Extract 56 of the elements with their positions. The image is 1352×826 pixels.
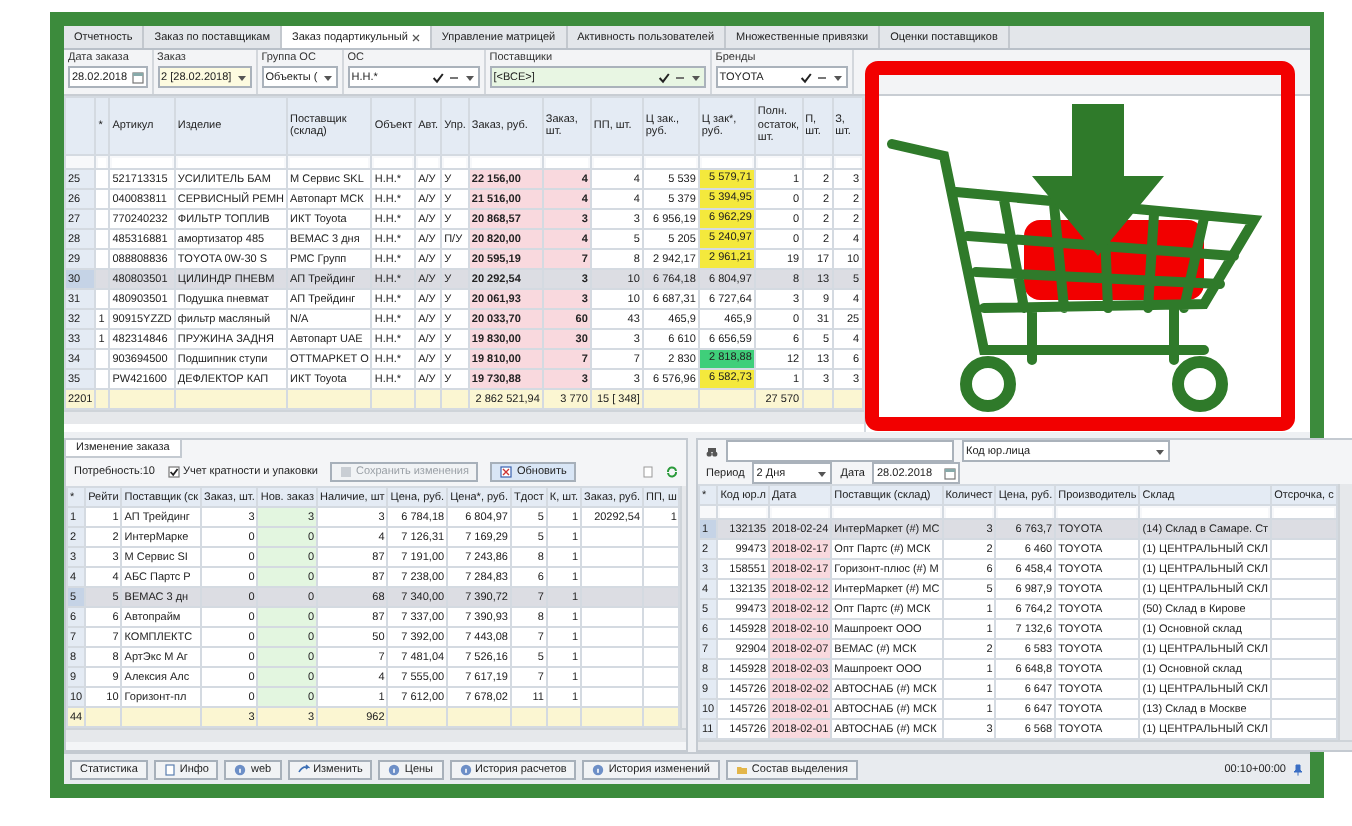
minus-icon[interactable] — [815, 71, 828, 83]
filter-field[interactable] — [1058, 507, 1137, 517]
filter-field[interactable] — [757, 157, 800, 167]
dropdown-icon[interactable] — [831, 71, 844, 83]
filter-field[interactable] — [112, 157, 172, 167]
dropdown-icon[interactable] — [463, 71, 476, 83]
dropdown-icon[interactable] — [321, 71, 334, 83]
filter-field[interactable] — [645, 157, 696, 167]
search-field[interactable] — [726, 440, 954, 462]
filter-field[interactable] — [998, 507, 1053, 517]
filter-field[interactable] — [1274, 507, 1334, 517]
info-icon — [459, 763, 471, 775]
filter-field[interactable] — [177, 157, 285, 167]
check-icon[interactable] — [657, 71, 670, 83]
dropdown-icon[interactable] — [689, 71, 702, 83]
pin-icon[interactable] — [1292, 763, 1304, 775]
calendar-icon[interactable] — [944, 467, 957, 479]
filter-field[interactable] — [471, 157, 540, 167]
page-icon — [163, 763, 176, 775]
horizontal-scrollbar[interactable] — [66, 728, 686, 742]
calendar-icon[interactable] — [131, 71, 144, 83]
filter-field[interactable] — [945, 507, 993, 517]
info-icon — [592, 763, 605, 775]
horizontal-scrollbar[interactable] — [698, 740, 1352, 750]
info-icon — [234, 763, 247, 775]
horizontal-scrollbar[interactable] — [64, 410, 864, 424]
filter-field[interactable] — [720, 507, 767, 517]
filter-field[interactable] — [545, 157, 588, 167]
vertical-scrollbar[interactable] — [680, 486, 686, 728]
filter-field[interactable] — [593, 157, 640, 167]
dropdown-icon[interactable] — [235, 71, 248, 83]
filter-field[interactable] — [98, 157, 107, 167]
check-icon[interactable] — [799, 71, 812, 83]
folder-icon — [735, 763, 748, 775]
filter-field[interactable] — [772, 507, 829, 517]
filter-field[interactable] — [1142, 507, 1269, 517]
filter-field[interactable] — [418, 157, 439, 167]
filter-field[interactable] — [290, 157, 369, 167]
filter-field[interactable] — [701, 157, 752, 167]
dropdown-icon[interactable] — [816, 467, 829, 479]
filter-field[interactable] — [444, 157, 466, 167]
minus-icon[interactable] — [673, 71, 686, 83]
close-icon[interactable] — [411, 33, 420, 41]
filter-field[interactable] — [835, 157, 860, 167]
minus-icon[interactable] — [447, 71, 460, 83]
info-icon — [388, 763, 401, 775]
dropdown-icon[interactable] — [1154, 445, 1166, 457]
filter-field[interactable] — [805, 157, 830, 167]
save-icon — [340, 466, 352, 478]
checkbox-icon[interactable] — [167, 466, 179, 478]
check-icon[interactable] — [431, 71, 444, 83]
filter-field[interactable] — [834, 507, 940, 517]
filter-field[interactable] — [374, 157, 413, 167]
arrow-icon — [297, 763, 310, 775]
document-icon[interactable] — [642, 466, 654, 478]
binoculars-icon[interactable] — [706, 445, 718, 457]
